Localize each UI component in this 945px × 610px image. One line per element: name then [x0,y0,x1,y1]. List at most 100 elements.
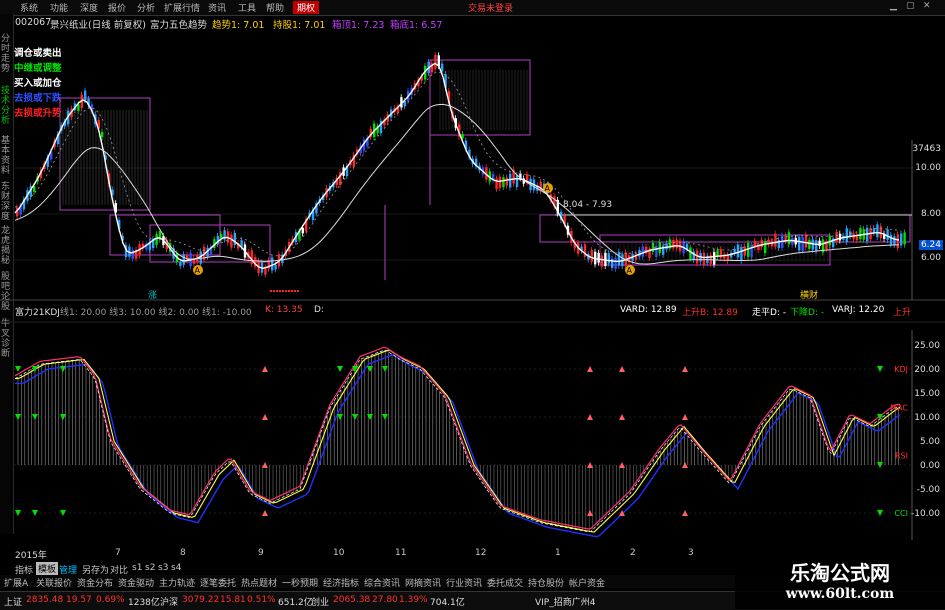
bottom-tab-13[interactable]: 持仓股份 [528,576,564,589]
tab-dragon-tiger[interactable]: 龙虎揭秘 [1,226,12,266]
dot-marker [291,290,293,292]
menu-system[interactable]: 系统 [20,1,38,14]
menu-tools[interactable]: 工具 [238,1,256,14]
menu-analysis[interactable]: 分析 [137,1,155,14]
candle-body [345,165,349,177]
candle-body [560,211,563,220]
func-s4[interactable]: s4 [171,563,181,573]
candle-body [536,185,539,191]
minimize-icon[interactable]: ▁ [890,1,897,11]
watermark: 乐淘公式网 www.60lt.com [735,553,945,609]
candle-body [33,186,36,192]
candle-body [199,251,202,264]
candle-body [315,203,318,214]
bottom-tab-1[interactable]: 关联报价 [36,576,72,589]
tab-intraday[interactable]: 分时走势 [1,34,12,74]
candle-body [753,240,757,248]
bottom-tab-6[interactable]: 热点题材 [241,576,277,589]
candle-body [696,250,699,264]
bottom-tab-4[interactable]: 主力轨迹 [159,576,195,589]
candle-body [36,176,39,182]
candle-body [583,244,587,257]
candle-body [179,261,182,267]
candle-body [325,187,328,198]
candle-body [614,257,617,269]
bottom-tab-5[interactable]: 逐笔委托 [200,576,236,589]
candle-body [665,243,668,250]
d-value: D: [314,305,324,315]
candle-body [376,126,379,134]
sz-pct: 0.51% [247,595,276,605]
candle-body [475,158,478,167]
tab-basics[interactable]: 基本资料 [1,136,12,176]
candle-body [859,228,862,240]
bottom-tab-7[interactable]: 一秒预期 [282,576,318,589]
bottom-tab-8[interactable]: 经济指标 [323,576,359,589]
bottom-tab-3[interactable]: 资金驱动 [118,576,154,589]
candle-body [128,246,131,257]
trade-status[interactable]: 交易未登录 [468,1,513,14]
bottom-tab-0[interactable]: 扩展A [4,576,28,589]
bottom-tab-12[interactable]: 委托成交 [487,576,523,589]
legend-up: 去损或升势 [14,108,62,119]
func-s2[interactable]: s2 [145,563,155,573]
candle-body [529,178,532,191]
ma-fast [14,62,900,270]
candle-body [645,246,648,254]
bottom-tab-2[interactable]: 资金分布 [77,576,113,589]
func-s1[interactable]: s1 [132,563,142,573]
bottom-tab-9[interactable]: 综合资讯 [364,576,400,589]
menu-options[interactable]: 期权 [293,1,320,14]
candle-body [400,97,403,108]
candle-body [825,241,828,250]
candle-body [427,61,430,73]
kdj-arrows [15,366,883,516]
dot-marker [282,290,284,292]
candle-body [403,100,406,107]
maximize-icon[interactable]: ▢ [906,1,915,11]
tab-depth[interactable]: 东财深度 [1,182,12,222]
candle-body [692,251,695,260]
bottom-tab-10[interactable]: 网摘资讯 [405,576,441,589]
candle-body [713,252,716,265]
candle-body [505,177,508,186]
signal-glyph: A [545,184,551,193]
box-zone [539,214,911,243]
axis-label-6: 6.00 [920,253,941,263]
func-s3[interactable]: s3 [158,563,168,573]
support-value: 持股1: 7.01 [273,20,326,31]
candle-body [668,239,672,249]
bottom-tab-14[interactable]: 帐户资金 [569,576,605,589]
down-arrow-icon [877,366,883,372]
menu-depth[interactable]: 深度 [80,1,98,14]
menu-function[interactable]: 功能 [50,1,68,14]
candle-body [335,177,338,185]
tab-technical[interactable]: 技术分析 [1,86,12,126]
func-template[interactable]: 模板 [36,562,59,575]
bottom-tab-11[interactable]: 行业资讯 [446,576,482,589]
sub-tag-mac: MAC [890,403,908,412]
candle-body [886,229,889,240]
candle-body [420,76,423,81]
candle-body [182,254,185,265]
candle-body [498,176,502,188]
sub-indicator-name[interactable]: 富力21KDJ [15,305,60,318]
candle-body [243,244,247,258]
candle-body [288,241,291,252]
dot-marker [273,290,275,292]
menu-quote[interactable]: 报价 [108,1,126,14]
sub-tag-kdj: KDJ [894,365,908,374]
tab-diagnosis[interactable]: 牛叉诊断 [1,319,12,359]
axis-label-10: 10.00 [915,163,941,173]
menu-news[interactable]: 资讯 [208,1,226,14]
down-arrow-icon [15,366,21,372]
candle-body [464,140,468,150]
server-name[interactable]: VIP_招商广州4 [535,595,595,608]
candle-body [274,264,277,270]
candle-body [291,238,294,243]
menu-extended-market[interactable]: 扩展行情 [164,1,200,14]
down-arrow-icon [352,414,358,420]
menu-help[interactable]: 帮助 [266,1,284,14]
close-icon[interactable]: ✕ [923,1,931,11]
candle-body [757,244,760,250]
